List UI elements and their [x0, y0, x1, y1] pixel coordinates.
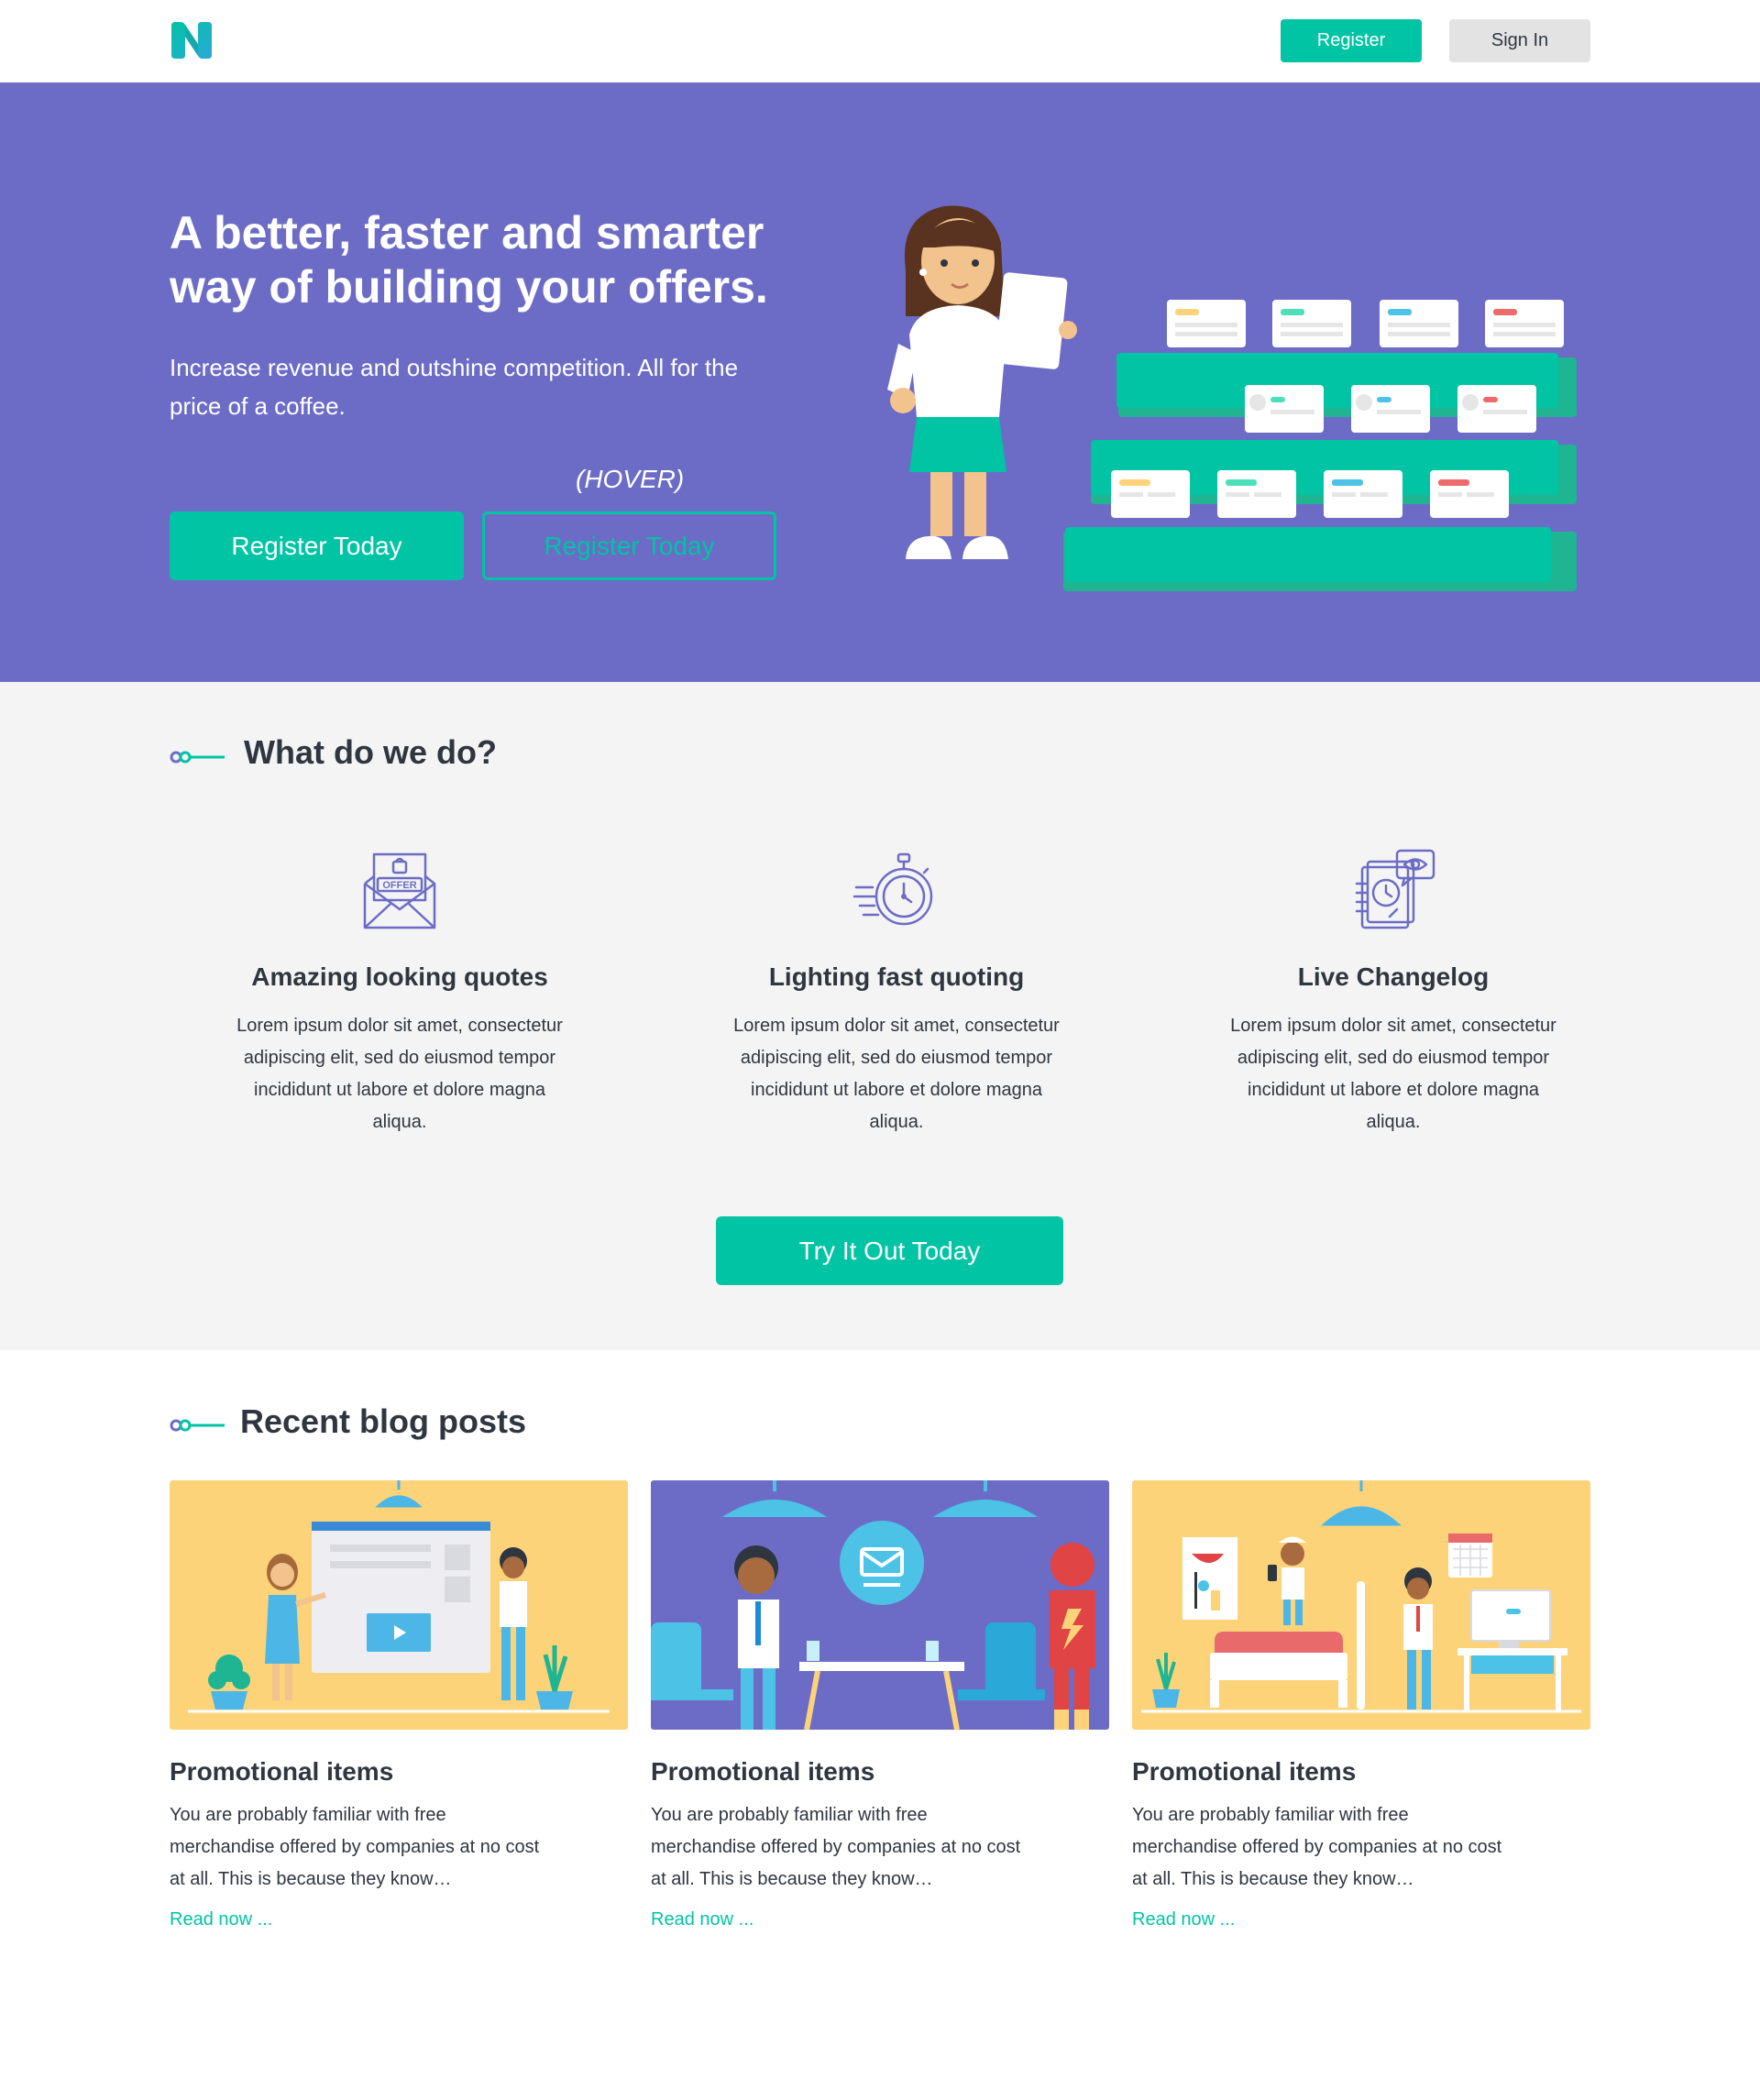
feature-description: Lorem ipsum dolor sit amet, consectetur …	[1230, 1016, 1556, 1132]
site-header: Register Sign In	[0, 0, 1760, 82]
svg-text:OFFER: OFFER	[382, 880, 416, 891]
blog-card: Promotional items You are probably famil…	[1132, 1480, 1590, 1930]
feature-title: Live Changelog	[1297, 962, 1490, 991]
hero-subtitle: Increase revenue and outshine competitio…	[170, 354, 739, 420]
feature-title: Lighting fast quoting	[768, 962, 1025, 991]
feature-description: Lorem ipsum dolor sit amet, consectetur …	[733, 1016, 1060, 1132]
blog-post-image[interactable]	[1132, 1480, 1590, 1730]
hero-illustration	[887, 205, 1577, 591]
blog-post-excerpt: You are probably familiar with free merc…	[1132, 1805, 1502, 1889]
features-section: What do we do? OFFER Amazing looking quo…	[0, 682, 1760, 1350]
woman-character-graphic	[887, 205, 1077, 559]
blog-post-image[interactable]	[170, 1480, 628, 1730]
section-decoration-icon	[170, 1419, 225, 1432]
blog-post-title[interactable]: Promotional items	[1132, 1757, 1590, 1787]
register-today-hover-button[interactable]: Register Today	[482, 511, 776, 580]
feature-card: Lighting fast quoting Lorem ipsum dolor …	[713, 847, 1080, 1138]
blog-post-title[interactable]: Promotional items	[170, 1757, 628, 1787]
try-it-out-button[interactable]: Try It Out Today	[716, 1216, 1063, 1285]
read-now-link[interactable]: Read now ...	[651, 1909, 754, 1930]
blog-post-excerpt: You are probably familiar with free merc…	[170, 1805, 540, 1889]
hover-state-label: (HOVER)	[576, 465, 685, 493]
blog-section: Recent blog posts Promotional items You …	[0, 1350, 1760, 2100]
register-today-button[interactable]: Register Today	[170, 511, 464, 580]
brand-logo-icon[interactable]	[170, 20, 214, 60]
offer-shelf-graphic	[1063, 300, 1577, 591]
read-now-link[interactable]: Read now ...	[1132, 1909, 1235, 1930]
feature-card: OFFER Amazing looking quotes Lorem ipsum…	[216, 847, 583, 1138]
hero-title: A better, faster and smarter way of buil…	[170, 207, 768, 313]
blog-post-image[interactable]	[651, 1480, 1109, 1730]
feature-card: Live Changelog Lorem ipsum dolor sit ame…	[1210, 847, 1577, 1138]
blog-post-title[interactable]: Promotional items	[651, 1757, 1109, 1787]
read-now-link[interactable]: Read now ...	[170, 1909, 272, 1930]
blog-post-excerpt: You are probably familiar with free merc…	[651, 1805, 1021, 1889]
register-button[interactable]: Register	[1281, 19, 1422, 62]
hero-section: A better, faster and smarter way of buil…	[0, 82, 1760, 682]
feature-description: Lorem ipsum dolor sit amet, consectetur …	[236, 1016, 563, 1132]
features-heading: What do we do?	[244, 733, 497, 771]
section-decoration-icon	[170, 751, 225, 764]
blog-card: Promotional items You are probably famil…	[651, 1480, 1109, 1930]
changelog-eye-icon	[1355, 849, 1436, 929]
landing-page: Register Sign In A better, faster and sm…	[0, 0, 1760, 2100]
stopwatch-icon	[852, 852, 933, 926]
blog-heading: Recent blog posts	[240, 1402, 527, 1440]
feature-title: Amazing looking quotes	[251, 962, 548, 991]
blog-card: Promotional items You are probably famil…	[170, 1480, 628, 1930]
sign-in-button[interactable]: Sign In	[1449, 19, 1590, 62]
offer-envelope-icon: OFFER	[363, 852, 436, 929]
